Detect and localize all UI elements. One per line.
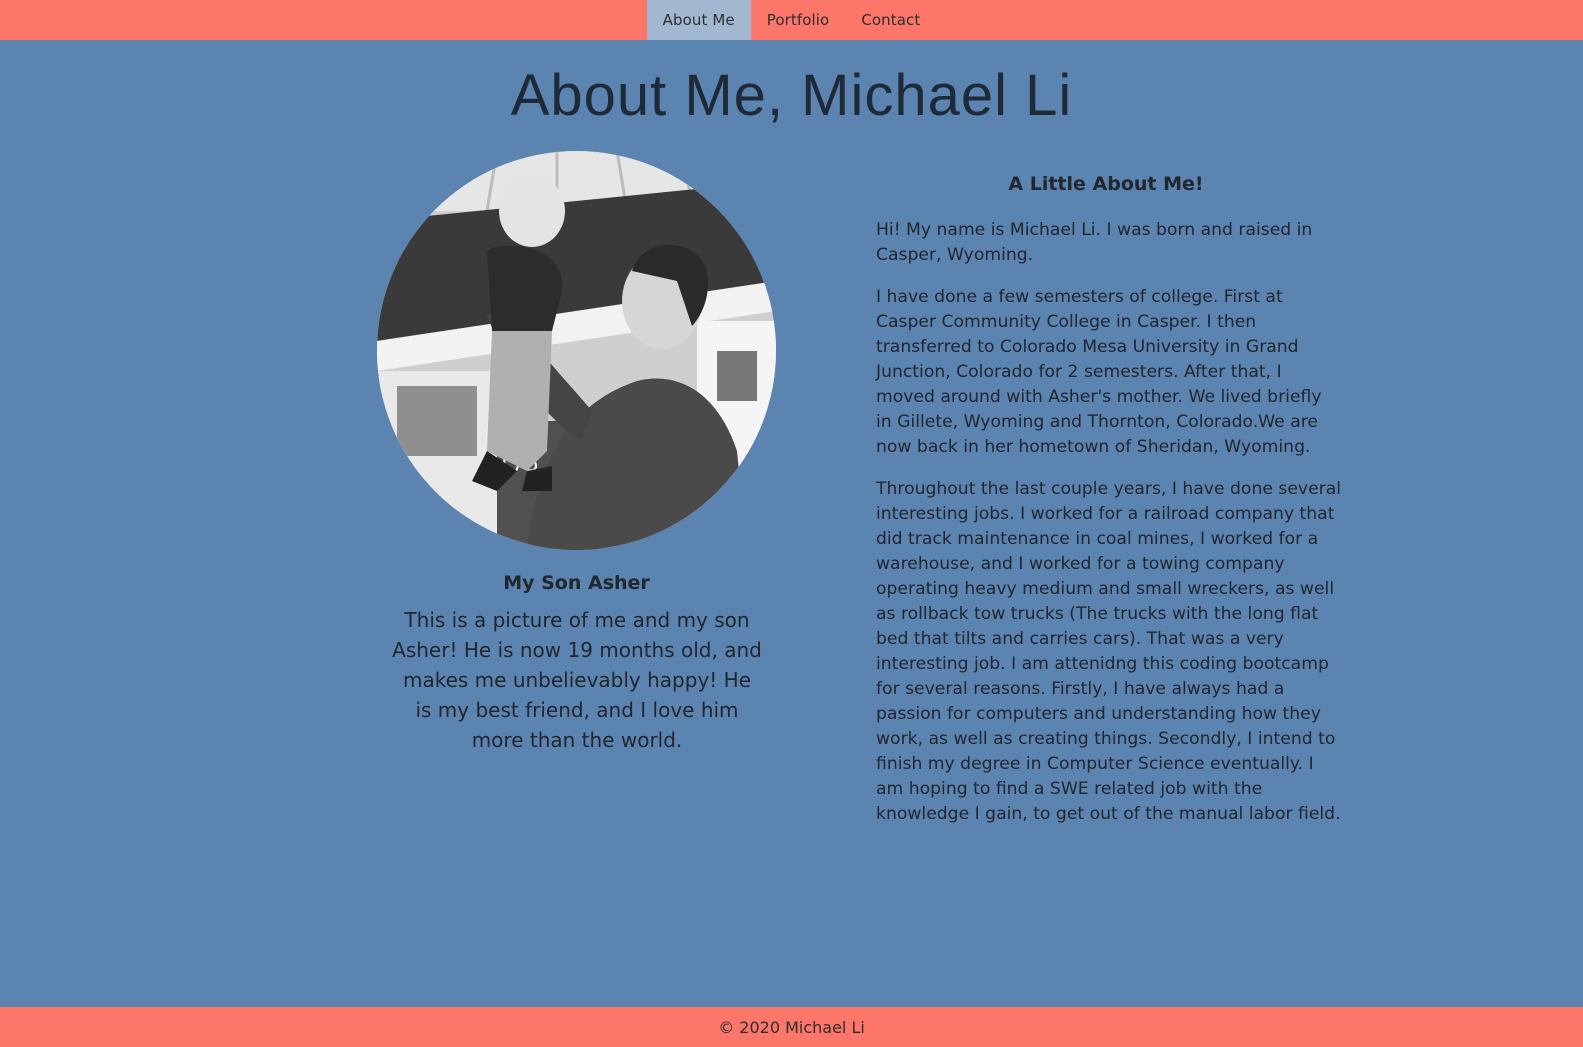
about-paragraph-2: I have done a few semesters of college. …	[876, 287, 1322, 457]
page: About Me Portfolio Contact About Me, Mic…	[0, 0, 1583, 1047]
nav-link-about-me[interactable]: About Me	[646, 0, 751, 40]
photo-caption: This is a picture of me and my son Asher…	[392, 608, 762, 752]
page-title: About Me, Michael Li	[510, 63, 1073, 128]
father-son-photo-image: 175	[377, 151, 776, 550]
nav-link-contact[interactable]: Contact	[845, 0, 936, 40]
about-paragraph-1: Hi! My name is Michael Li. I was born an…	[876, 220, 1313, 265]
about-text: Hi! My name is Michael Li. I was born an…	[876, 218, 1342, 844]
footer: © 2020 Michael Li	[0, 1007, 1583, 1047]
about-heading: A Little About Me!	[1008, 173, 1204, 195]
navbar: About Me Portfolio Contact	[0, 0, 1583, 40]
about-paragraph-3: Throughout the last couple years, I have…	[876, 479, 1342, 824]
son-photo: 175	[377, 151, 776, 550]
photo-heading: My Son Asher	[503, 572, 650, 594]
nav-link-portfolio[interactable]: Portfolio	[751, 0, 846, 40]
footer-copyright: © 2020 Michael Li	[718, 1017, 865, 1037]
